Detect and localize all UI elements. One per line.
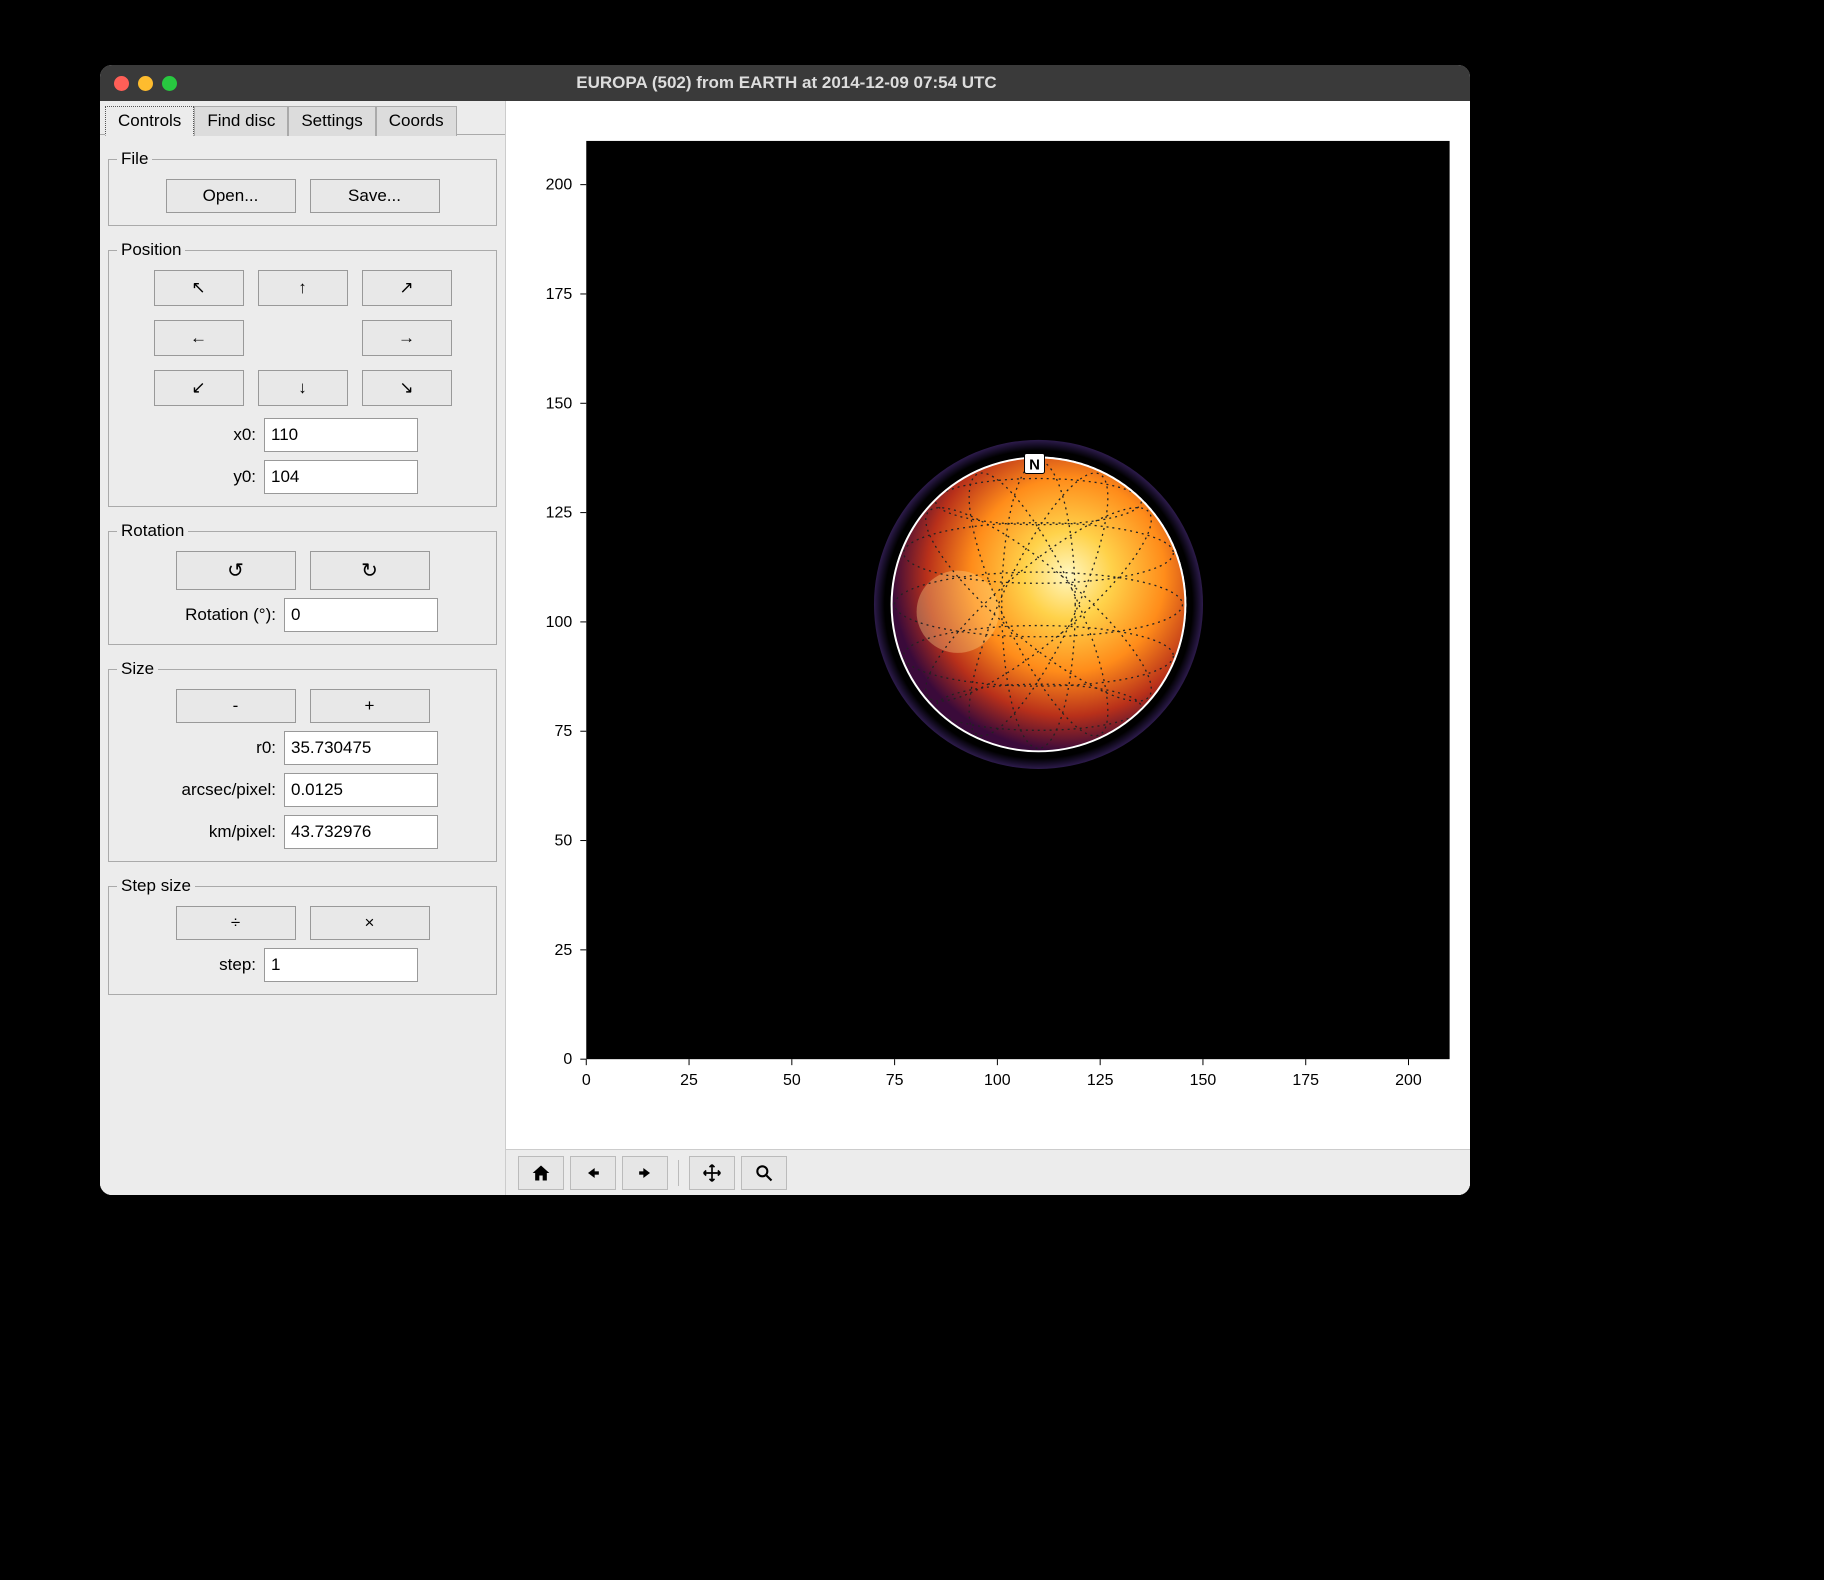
x0-input[interactable] bbox=[264, 418, 418, 452]
move-nw-button[interactable]: ↖ bbox=[154, 270, 244, 306]
svg-text:150: 150 bbox=[1190, 1072, 1217, 1089]
rotate-ccw-button[interactable]: ↺ bbox=[176, 551, 296, 590]
km-input[interactable] bbox=[284, 815, 438, 849]
move-ne-button[interactable]: ↗ bbox=[362, 270, 452, 306]
back-arrow-icon bbox=[583, 1163, 603, 1183]
move-s-button[interactable]: ↓ bbox=[258, 370, 348, 406]
svg-text:175: 175 bbox=[546, 286, 573, 303]
position-legend: Position bbox=[117, 240, 185, 260]
svg-text:200: 200 bbox=[546, 177, 573, 194]
x0-label: x0: bbox=[233, 425, 256, 445]
svg-text:25: 25 bbox=[680, 1072, 698, 1089]
svg-text:25: 25 bbox=[555, 942, 573, 959]
r0-input[interactable] bbox=[284, 731, 438, 765]
y0-label: y0: bbox=[233, 467, 256, 487]
size-group: Size - + r0: arcsec/pixel: km/pixel: bbox=[108, 659, 497, 862]
svg-text:50: 50 bbox=[783, 1072, 801, 1089]
rotation-input[interactable] bbox=[284, 598, 438, 632]
move-e-button[interactable]: → bbox=[362, 320, 452, 356]
svg-text:200: 200 bbox=[1395, 1072, 1422, 1089]
svg-text:175: 175 bbox=[1292, 1072, 1319, 1089]
file-group: File Open... Save... bbox=[108, 149, 497, 226]
arcsec-input[interactable] bbox=[284, 773, 438, 807]
tab-coords[interactable]: Coords bbox=[376, 106, 457, 136]
rotation-legend: Rotation bbox=[117, 521, 188, 541]
window-title: EUROPA (502) from EARTH at 2014-12-09 07… bbox=[177, 73, 1456, 93]
step-legend: Step size bbox=[117, 876, 195, 896]
tab-settings[interactable]: Settings bbox=[288, 106, 375, 136]
tab-controls[interactable]: Controls bbox=[105, 106, 194, 136]
toolbar-separator bbox=[678, 1160, 679, 1186]
maximize-window-button[interactable] bbox=[162, 76, 177, 91]
control-panel: Controls Find disc Settings Coords File … bbox=[100, 101, 506, 1195]
file-legend: File bbox=[117, 149, 152, 169]
zoom-icon bbox=[754, 1163, 774, 1183]
rotation-group: Rotation ↺ ↻ Rotation (°): bbox=[108, 521, 497, 645]
pan-button[interactable] bbox=[689, 1156, 735, 1190]
tab-find-disc[interactable]: Find disc bbox=[194, 106, 288, 136]
home-icon bbox=[531, 1163, 551, 1183]
svg-text:75: 75 bbox=[886, 1072, 904, 1089]
move-center-empty bbox=[258, 320, 348, 356]
minimize-window-button[interactable] bbox=[138, 76, 153, 91]
open-button[interactable]: Open... bbox=[166, 179, 296, 213]
pan-icon bbox=[702, 1163, 722, 1183]
rotation-label: Rotation (°): bbox=[185, 605, 276, 625]
svg-text:0: 0 bbox=[563, 1051, 572, 1068]
size-legend: Size bbox=[117, 659, 158, 679]
svg-text:100: 100 bbox=[984, 1072, 1011, 1089]
km-label: km/pixel: bbox=[209, 822, 276, 842]
svg-text:125: 125 bbox=[1087, 1072, 1114, 1089]
plot-panel: N 0 25 50 75 100 125 150 175 200 0 25 50 75 100 125 150 1… bbox=[506, 101, 1470, 1195]
position-group: Position ↖ ↑ ↗ ← → ↙ ↓ ↘ x0: bbox=[108, 240, 497, 507]
size-minus-button[interactable]: - bbox=[176, 689, 296, 723]
svg-text:50: 50 bbox=[555, 833, 573, 850]
home-button[interactable] bbox=[518, 1156, 564, 1190]
move-n-button[interactable]: ↑ bbox=[258, 270, 348, 306]
step-mul-button[interactable]: × bbox=[310, 906, 430, 940]
back-button[interactable] bbox=[570, 1156, 616, 1190]
zoom-button[interactable] bbox=[741, 1156, 787, 1190]
matplotlib-toolbar bbox=[506, 1149, 1470, 1195]
step-input[interactable] bbox=[264, 948, 418, 982]
arcsec-label: arcsec/pixel: bbox=[182, 780, 276, 800]
app-window: EUROPA (502) from EARTH at 2014-12-09 07… bbox=[100, 65, 1470, 1195]
tab-bar: Controls Find disc Settings Coords bbox=[100, 101, 505, 135]
step-div-button[interactable]: ÷ bbox=[176, 906, 296, 940]
traffic-lights bbox=[114, 76, 177, 91]
svg-text:75: 75 bbox=[555, 723, 573, 740]
move-w-button[interactable]: ← bbox=[154, 320, 244, 356]
rotate-cw-button[interactable]: ↻ bbox=[310, 551, 430, 590]
step-group: Step size ÷ × step: bbox=[108, 876, 497, 995]
forward-button[interactable] bbox=[622, 1156, 668, 1190]
size-plus-button[interactable]: + bbox=[310, 689, 430, 723]
move-se-button[interactable]: ↘ bbox=[362, 370, 452, 406]
svg-text:125: 125 bbox=[546, 505, 573, 522]
forward-arrow-icon bbox=[635, 1163, 655, 1183]
svg-text:0: 0 bbox=[582, 1072, 591, 1089]
y0-input[interactable] bbox=[264, 460, 418, 494]
svg-text:150: 150 bbox=[546, 395, 573, 412]
plot-area[interactable]: N 0 25 50 75 100 125 150 175 200 0 25 50 75 100 125 150 1… bbox=[506, 101, 1470, 1149]
plot-canvas[interactable]: N 0 25 50 75 100 125 150 175 200 0 25 50 75 100 125 150 1… bbox=[506, 101, 1470, 1149]
svg-text:100: 100 bbox=[546, 614, 573, 631]
move-sw-button[interactable]: ↙ bbox=[154, 370, 244, 406]
svg-text:N: N bbox=[1029, 457, 1040, 474]
content-area: Controls Find disc Settings Coords File … bbox=[100, 101, 1470, 1195]
tab-content: File Open... Save... Position ↖ ↑ ↗ ← → bbox=[100, 134, 505, 1195]
step-label: step: bbox=[219, 955, 256, 975]
save-button[interactable]: Save... bbox=[310, 179, 440, 213]
titlebar: EUROPA (502) from EARTH at 2014-12-09 07… bbox=[100, 65, 1470, 101]
close-window-button[interactable] bbox=[114, 76, 129, 91]
r0-label: r0: bbox=[256, 738, 276, 758]
